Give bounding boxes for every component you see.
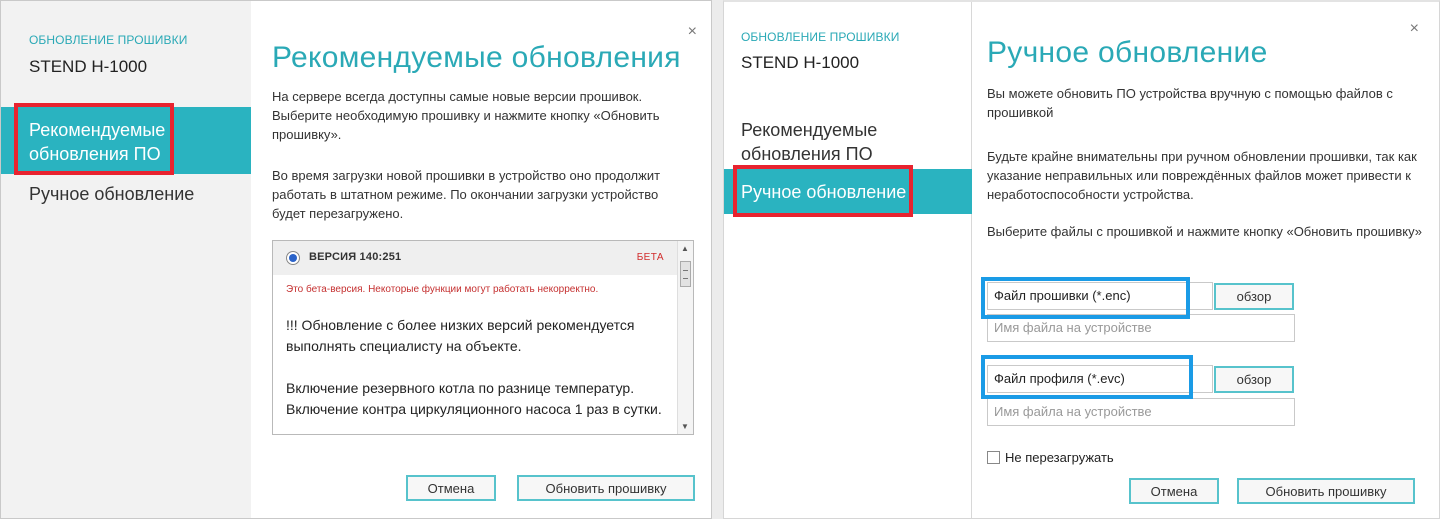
- sidebar: ОБНОВЛЕНИЕ ПРОШИВКИ STEND H-1000 Рекомен…: [1, 1, 251, 518]
- release-note-line: Включение резервного котла по разнице те…: [286, 380, 662, 417]
- instruction-text: Выберите файлы с прошивкой и нажмите кно…: [987, 224, 1422, 239]
- device-name: STEND H-1000: [741, 53, 860, 72]
- version-header[interactable]: ВЕРСИЯ 140:251 БЕТА: [273, 241, 678, 275]
- recommended-updates-dialog: ОБНОВЛЕНИЕ ПРОШИВКИ STEND H-1000 Рекомен…: [0, 0, 712, 519]
- description-text: На сервере всегда доступны самые новые в…: [272, 89, 660, 142]
- profile-file-field[interactable]: Файл профиля (*.evc): [987, 365, 1213, 393]
- sidebar-item-manual-update[interactable]: Ручное обновление: [724, 169, 972, 214]
- release-notes: !!! Обновление с более низких версий рек…: [286, 315, 671, 420]
- scrollbar[interactable]: ▲ ▼: [677, 241, 693, 434]
- close-icon[interactable]: ×: [688, 23, 697, 41]
- firmware-file-field[interactable]: Файл прошивки (*.enc): [987, 282, 1213, 310]
- version-list[interactable]: ВЕРСИЯ 140:251 БЕТА Это бета-версия. Нек…: [272, 240, 694, 435]
- sidebar-item-label: Рекомендуемые обновления ПО: [29, 120, 166, 164]
- page-title: Рекомендуемые обновления: [272, 41, 681, 74]
- update-firmware-button[interactable]: Обновить прошивку: [517, 475, 695, 501]
- sidebar-item-recommended-updates[interactable]: Рекомендуемые обновления ПО: [1, 107, 251, 174]
- sidebar-item-label: Ручное обновление: [741, 182, 907, 202]
- sidebar-item-manual-update[interactable]: Ручное обновление: [1, 182, 251, 206]
- no-reboot-checkbox[interactable]: [987, 451, 1000, 464]
- version-label: ВЕРСИЯ 140:251: [309, 251, 402, 263]
- update-firmware-button[interactable]: Обновить прошивку: [1237, 478, 1415, 504]
- scroll-down-icon[interactable]: ▼: [681, 422, 689, 431]
- manual-update-dialog: ОБНОВЛЕНИЕ ПРОШИВКИ STEND H-1000 Рекомен…: [723, 0, 1440, 519]
- sidebar: ОБНОВЛЕНИЕ ПРОШИВКИ STEND H-1000 Рекомен…: [724, 2, 972, 518]
- sidebar-item-label: Рекомендуемые обновления ПО: [741, 120, 878, 164]
- release-note-line: !!! Обновление с более низких версий рек…: [286, 317, 635, 354]
- panel-gap: [712, 0, 723, 519]
- sidebar-caption: ОБНОВЛЕНИЕ ПРОШИВКИ: [29, 33, 188, 47]
- cancel-button[interactable]: Отмена: [406, 475, 496, 501]
- sidebar-item-label: Ручное обновление: [29, 184, 195, 204]
- browse-firmware-button[interactable]: обзор: [1214, 283, 1294, 310]
- warning-text: Будьте крайне внимательны при ручном обн…: [987, 149, 1417, 202]
- scroll-up-icon[interactable]: ▲: [681, 244, 689, 253]
- description-text: Вы можете обновить ПО устройства вручную…: [987, 86, 1393, 120]
- page-title: Ручное обновление: [987, 36, 1268, 69]
- release-note-line: [286, 357, 671, 378]
- no-reboot-label[interactable]: Не перезагружать: [1005, 450, 1114, 465]
- description-text: Во время загрузки новой прошивки в устро…: [272, 168, 661, 221]
- profile-device-filename-input[interactable]: Имя файла на устройстве: [987, 398, 1295, 426]
- firmware-device-filename-input[interactable]: Имя файла на устройстве: [987, 314, 1295, 342]
- sidebar-caption: ОБНОВЛЕНИЕ ПРОШИВКИ: [741, 30, 900, 44]
- beta-badge: БЕТА: [636, 252, 664, 263]
- cancel-button[interactable]: Отмена: [1129, 478, 1219, 504]
- version-radio[interactable]: [286, 251, 300, 265]
- close-icon[interactable]: ×: [1410, 20, 1419, 38]
- scroll-thumb[interactable]: [680, 261, 691, 287]
- sidebar-item-recommended-updates[interactable]: Рекомендуемые обновления ПО: [724, 118, 972, 166]
- device-name: STEND H-1000: [29, 57, 148, 76]
- sidebar-divider: [971, 2, 972, 518]
- beta-warning: Это бета-версия. Некоторые функции могут…: [286, 284, 599, 295]
- browse-profile-button[interactable]: обзор: [1214, 366, 1294, 393]
